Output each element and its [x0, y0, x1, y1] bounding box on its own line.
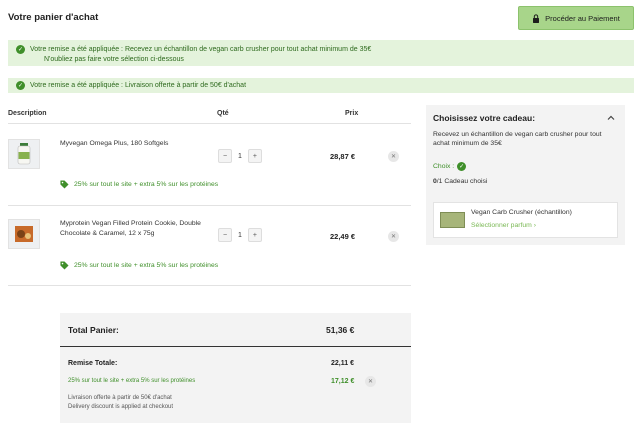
product-image [440, 212, 465, 228]
gift-count: 0/1 Cadeau choisi [433, 178, 618, 185]
shipping-line: Livraison offerte à partir de 50€ d'acha… [68, 395, 172, 401]
cart-item: Myprotein Vegan Filled Protein Cookie, D… [8, 205, 411, 285]
close-icon: ✕ [390, 154, 397, 160]
check-circle-icon: ✓ [16, 45, 25, 54]
item-promo: 25% sur tout le site + extra 5% sur les … [60, 261, 218, 270]
total-row: Total Panier: 51,36 € [60, 313, 411, 347]
decrease-qty-button[interactable]: − [218, 149, 232, 163]
discount-alert-shipping: ✓ Votre remise a été appliquée : Livrais… [8, 78, 634, 93]
chevron-up-icon[interactable] [607, 114, 615, 122]
lock-icon [533, 13, 540, 23]
alert-text: Votre remise a été appliquée : Recevez u… [30, 46, 372, 53]
tag-icon [60, 180, 69, 189]
alert-text: Votre remise a été appliquée : Livraison… [30, 82, 247, 89]
cart-item: Myvegan Omega Plus, 180 Softgels − 1 + 2… [8, 123, 411, 205]
column-header-description: Description [8, 110, 47, 117]
quantity-stepper: − 1 + [218, 149, 262, 163]
item-price: 28,87 € [330, 152, 356, 161]
choice-label: Choix : [433, 163, 455, 170]
check-circle-icon: ✓ [16, 81, 25, 90]
divider [8, 285, 411, 286]
quantity-value[interactable]: 1 [238, 232, 242, 239]
quantity-stepper: − 1 + [218, 228, 262, 242]
cookie-pack-icon [15, 226, 33, 242]
discount-label: Remise Totale: [68, 360, 118, 367]
gift-product-name: Vegan Carb Crusher (échantillon) [471, 209, 572, 216]
gift-panel: Choisissez votre cadeau: Recevez un écha… [426, 105, 625, 245]
decrease-qty-button[interactable]: − [218, 228, 232, 242]
remove-promo-button[interactable]: ✕ [365, 376, 376, 387]
close-icon: ✕ [390, 234, 397, 240]
checkout-label: Procéder au Paiement [545, 13, 620, 23]
item-price: 22,49 € [330, 232, 356, 241]
product-name[interactable]: Myvegan Omega Plus, 180 Softgels [60, 139, 210, 149]
product-name[interactable]: Myprotein Vegan Filled Protein Cookie, D… [60, 219, 210, 239]
page-title: Votre panier d'achat [8, 12, 99, 23]
check-circle-icon: ✓ [457, 162, 467, 171]
gift-description: Recevez un échantillon de vegan carb cru… [433, 131, 602, 147]
gift-title: Choisissez votre cadeau: [433, 113, 536, 123]
discount-alert-sample: ✓ Votre remise a été appliquée : Recevez… [8, 40, 634, 66]
discount-value: 22,11 € [331, 360, 354, 367]
cart-header: Votre panier d'achat Procéder au Paiemen… [8, 6, 634, 30]
item-promo: 25% sur tout le site + extra 5% sur les … [60, 180, 218, 189]
product-image [8, 139, 40, 169]
close-icon: ✕ [367, 379, 374, 385]
increase-qty-button[interactable]: + [247, 228, 262, 242]
column-header-price: Prix [345, 110, 359, 117]
gift-product-card[interactable]: Vegan Carb Crusher (échantillon) Sélecti… [433, 202, 618, 238]
checkout-button[interactable]: Procéder au Paiement [518, 6, 634, 30]
gift-choice: Choix : ✓ [433, 162, 618, 171]
select-flavour-link[interactable]: Sélectionner parfum › [471, 222, 536, 229]
quantity-value[interactable]: 1 [238, 153, 242, 160]
gift-count-text: /1 Cadeau choisi [436, 178, 488, 185]
promo-value: 17,12 € [331, 378, 355, 385]
total-value: 51,36 € [326, 325, 355, 335]
promo-line: 25% sur tout le site + extra 5% sur les … [68, 378, 196, 384]
remove-item-button[interactable]: ✕ [388, 231, 399, 242]
tag-icon [60, 261, 69, 270]
alert-subtext: N'oubliez pas faire votre sélection ci-d… [44, 56, 184, 63]
shipping-note: Delivery discount is applied at checkout [68, 404, 174, 410]
increase-qty-button[interactable]: + [247, 149, 262, 163]
promo-text: 25% sur tout le site + extra 5% sur les … [74, 262, 219, 269]
total-label: Total Panier: [68, 325, 119, 335]
remove-item-button[interactable]: ✕ [388, 151, 399, 162]
promo-text: 25% sur tout le site + extra 5% sur les … [74, 181, 219, 188]
discount-summary: Remise Totale: 22,11 € 25% sur tout le s… [60, 347, 411, 423]
supplement-bottle-icon [17, 143, 31, 165]
cart-totals: Total Panier: 51,36 € Remise Totale: 22,… [60, 313, 411, 423]
product-image [8, 219, 40, 249]
column-header-qty: Qté [217, 110, 229, 117]
